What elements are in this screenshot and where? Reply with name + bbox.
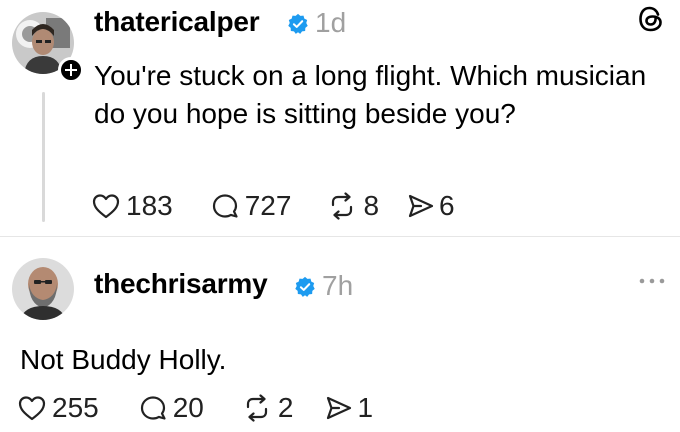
like-count: 183 [126,190,173,221]
heart-icon [92,194,120,219]
follow-plus-button[interactable] [58,57,84,83]
share-count: 6 [439,190,455,221]
post-timestamp: 1d [315,7,347,38]
repost-button[interactable]: 2 [242,392,294,424]
threads-logo-icon[interactable] [636,4,666,34]
reply-count: 20 [172,392,204,423]
reply-count: 727 [244,190,292,221]
reply-button[interactable]: 727 [211,190,292,222]
comment-icon [212,194,238,218]
comment-icon [140,396,166,420]
post-text: You're stuck on a long flight. Which mus… [94,60,647,129]
reply-author-avatar[interactable] [12,258,74,320]
plus-icon [65,64,77,76]
author-username[interactable]: thatericalper [94,6,260,38]
share-button[interactable]: 1 [325,392,373,424]
reply-author-username[interactable]: thechrisarmy [94,268,268,300]
repost-button[interactable]: 8 [327,190,379,222]
reply-timestamp: 7h [322,270,354,301]
repost-icon [246,394,267,422]
like-button[interactable]: 255 [18,392,99,424]
post-actions: 183 727 8 6 [92,190,455,222]
share-count: 1 [357,392,374,423]
like-button[interactable]: 183 [92,190,173,222]
repost-count: 2 [277,392,294,423]
repost-icon [332,192,353,220]
reply-button[interactable]: 20 [139,392,204,424]
reply-text: Not Buddy Holly. [20,344,227,375]
send-icon [327,396,352,420]
thread-line [42,92,45,222]
like-count: 255 [52,392,99,423]
verified-badge-icon [288,13,308,34]
heart-icon [18,396,46,421]
verified-badge-icon [295,276,315,297]
reply-actions: 255 20 2 1 [18,392,373,424]
divider [0,236,680,237]
repost-count: 8 [363,190,380,221]
share-button[interactable]: 6 [407,190,455,222]
more-icon[interactable] [638,276,666,286]
send-icon [408,194,434,218]
